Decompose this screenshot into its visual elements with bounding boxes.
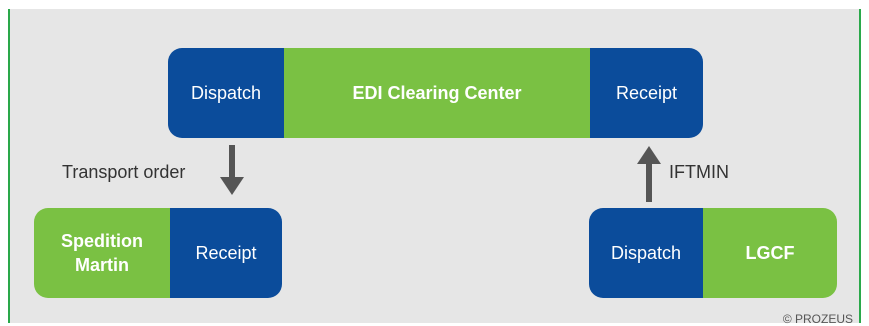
dispatch-box: Dispatch bbox=[168, 48, 284, 138]
iftmin-label: IFTMIN bbox=[669, 162, 729, 182]
dispatch-box: Dispatch bbox=[589, 208, 703, 298]
receipt-box: Receipt bbox=[590, 48, 703, 138]
spedition-martin-line2: Martin bbox=[75, 255, 129, 275]
up-arrow-icon bbox=[637, 146, 661, 202]
edi-clearing-center-node: Dispatch EDI Clearing Center Receipt bbox=[168, 48, 703, 138]
receipt-box: Receipt bbox=[170, 208, 282, 298]
transport-order-label: Transport order bbox=[62, 162, 186, 182]
edi-clearing-center-box: EDI Clearing Center bbox=[284, 48, 590, 138]
spedition-martin-node: Spedition Martin Receipt bbox=[34, 208, 282, 298]
lgcf-box: LGCF bbox=[703, 208, 837, 298]
spedition-martin-box: Spedition Martin bbox=[34, 208, 170, 298]
lgcf-node: Dispatch LGCF bbox=[589, 208, 837, 298]
spedition-martin-line1: Spedition bbox=[61, 230, 143, 251]
down-arrow-icon bbox=[220, 145, 244, 195]
copyright-text: © PROZEUS bbox=[782, 312, 853, 326]
